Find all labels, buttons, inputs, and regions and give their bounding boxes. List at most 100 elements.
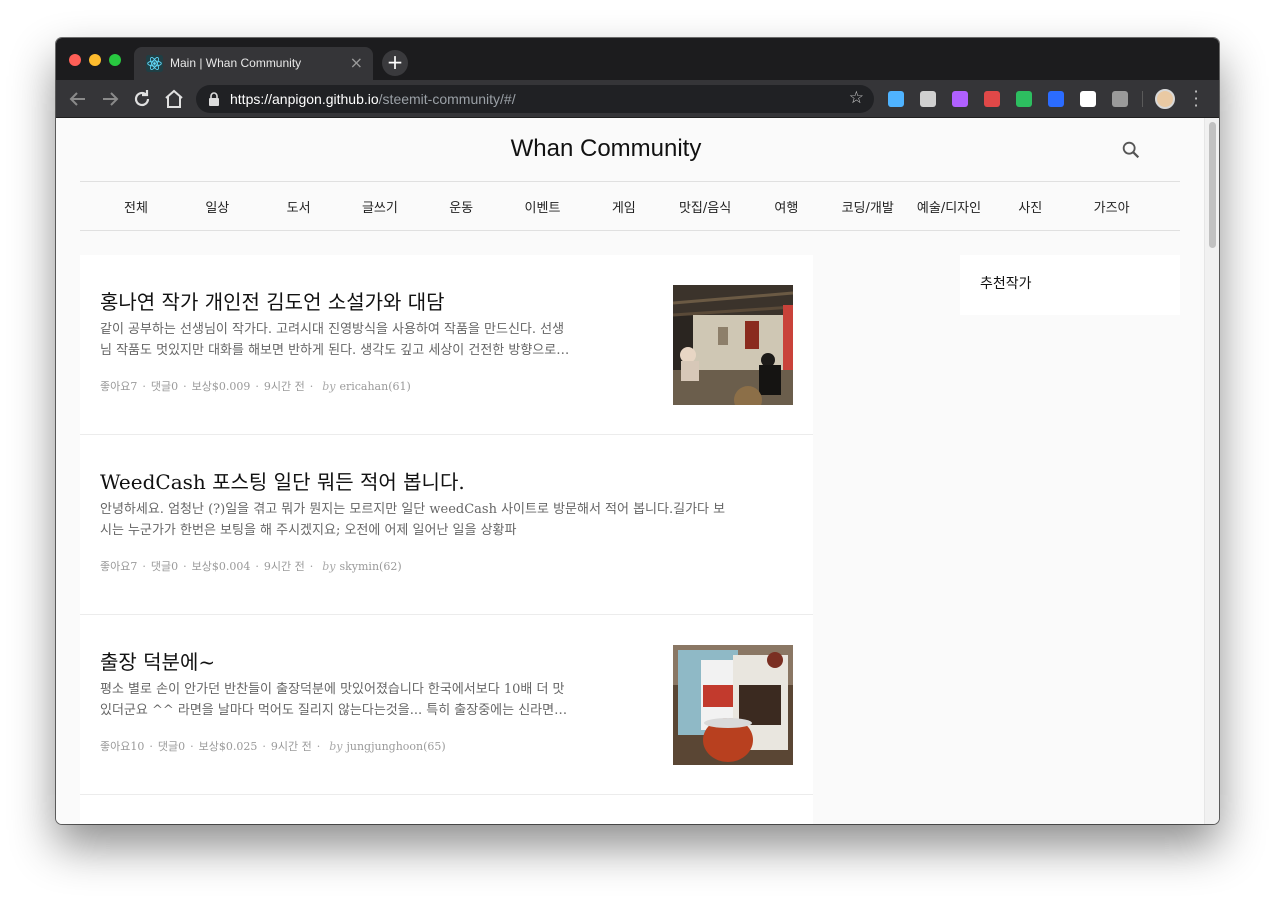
meta-separator: · [262,740,266,753]
recommended-authors-panel: 추천작가 [960,255,1180,315]
meta-separator: · [142,380,146,393]
meta-separator: · [190,740,194,753]
browser-window: Main | Whan Community × + https://anpigo… [56,38,1219,824]
post-excerpt: 평소 별로 손이 안가던 반찬들이 출장덕분에 맛있어졌습니다 한국에서보다 1… [100,679,567,721]
nav-item[interactable]: 맛집/음식 [679,197,731,216]
meta-separator: · [309,380,314,393]
post-likes: 좋아요10 [100,740,145,753]
post-card[interactable] [80,795,813,824]
note-pencil-extension-icon[interactable] [920,91,936,107]
meta-separator: · [142,560,146,573]
post-card[interactable]: WeedCash 포스팅 일단 뭐든 적어 봅니다. 안녕하세요. 엄청난 (?)… [80,435,813,615]
browser-menu-icon[interactable]: · · · [1190,84,1202,114]
checkbox-extension-icon[interactable] [1048,91,1064,107]
post-meta: 좋아요7 · 댓글0 · 보상$0.004 · 9시간 전 · by skymin(62) [100,558,402,574]
post-comments: 댓글0 [150,380,179,393]
category-nav: 전체 일상 도서 글쓰기 운동 이벤트 게임 맛집/음식 여행 코딩/개발 예술/디자인 사진 가즈아 [80,181,1180,231]
list-extension-icon[interactable] [984,91,1000,107]
notion-extension-icon[interactable] [1080,91,1096,107]
post-author[interactable]: skymin(62) [339,560,401,573]
nav-item[interactable]: 이벤트 [525,197,561,216]
meta-separator: · [316,740,321,753]
post-title[interactable]: 홍나연 작가 개인전 김도언 소설가와 대담 [100,286,445,315]
meta-separator: · [255,560,259,573]
evernote-extension-icon[interactable] [1016,91,1032,107]
new-tab-button[interactable]: + [382,50,408,76]
meta-separator: · [183,380,187,393]
post-title[interactable]: 출장 덕분에~ [100,646,215,675]
web-page: Whan Community 전체 일상 도서 글쓰기 운동 이벤트 게임 맛집/음식 여행 코딩… [56,118,1204,824]
post-excerpt: 안녕하세요. 엄청난 (?)일을 겪고 뭐가 뭔지는 모르지만 일단 weedC… [100,499,725,541]
nav-item[interactable]: 운동 [449,197,473,216]
meta-separator: · [255,380,259,393]
post-excerpt-line: 시는 누군가가 한번은 보팅을 해 주시겠지요; 오전에 어제 일어난 일을 상… [100,523,517,538]
nav-item[interactable]: 일상 [205,197,229,216]
post-feed: 홍나연 작가 개인전 김도언 소설가와 대담같이 공부하는 선생님이 작가다. … [80,255,813,824]
bookmark-star-icon[interactable]: ☆ [849,88,864,108]
scrollbar-thumb[interactable] [1209,122,1216,248]
nav-item[interactable]: 글쓰기 [362,197,398,216]
post-comments: 댓글0 [150,560,179,573]
tab-close-icon[interactable]: × [350,53,363,72]
post-card[interactable]: 출장 덕분에~ 평소 별로 손이 안가던 반찬들이 출장덕분에 맛있어졌습니다 한… [80,615,813,795]
back-icon[interactable] [66,87,90,111]
tab-strip: Main | Whan Community × + [56,38,1219,80]
nav-item[interactable]: 가즈아 [1094,197,1130,216]
post-thumbnail[interactable] [673,285,793,405]
url-path: /steemit-community/#/ [378,91,516,107]
meta-separator: · [183,560,187,573]
post-by-label: by [322,380,336,393]
maximize-window-button[interactable] [109,54,121,66]
nav-item[interactable]: 코딩/개발 [842,197,894,216]
nav-item[interactable]: 게임 [612,197,636,216]
browser-tab-main[interactable]: Main | Whan Community × [134,47,373,80]
post-excerpt-line: 평소 별로 손이 안가던 반찬들이 출장덕분에 맛있어졌습니다 한국에서보다 1… [100,682,565,697]
search-icon[interactable] [1120,139,1142,161]
profile-avatar[interactable] [1155,89,1175,109]
post-likes: 좋아요7 [100,560,138,573]
post-thumbnail[interactable] [673,645,793,765]
minimize-window-button[interactable] [89,54,101,66]
forward-icon[interactable] [98,87,122,111]
nav-item[interactable]: 예술/디자인 [917,197,981,216]
post-likes: 좋아요7 [100,380,138,393]
post-reward: 보상$0.009 [191,380,251,393]
post-reward: 보상$0.025 [198,740,258,753]
url-host: https://anpigon.github.io [230,91,379,107]
recommended-authors-title: 추천작가 [980,276,1032,292]
nav-item[interactable]: 여행 [774,197,798,216]
post-title[interactable]: WeedCash 포스팅 일단 뭐든 적어 봅니다. [100,466,465,495]
meta-separator: · [309,560,314,573]
reload-icon[interactable] [130,87,154,111]
post-excerpt-line: 안녕하세요. 엄청난 (?)일을 겪고 뭐가 뭔지는 모르지만 일단 weedC… [100,502,726,517]
post-by-label: by [322,560,336,573]
post-author[interactable]: jungjunghoon(65) [346,740,445,753]
nav-item[interactable]: 전체 [124,197,148,216]
post-time: 9시간 전 [263,560,305,573]
post-comments: 댓글0 [157,740,186,753]
url-text[interactable]: https://anpigon.github.io/steemit-commun… [230,91,516,107]
post-card[interactable]: 홍나연 작가 개인전 김도언 소설가와 대담같이 공부하는 선생님이 작가다. … [80,255,813,435]
post-time: 9시간 전 [263,380,305,393]
post-author[interactable]: ericahan(61) [339,380,410,393]
page-scrollbar[interactable] [1204,118,1219,824]
post-excerpt: 같이 공부하는 선생님이 작가다. 고려시대 진영방식을 사용하여 작품을 만드… [100,319,569,361]
browser-toolbar: https://anpigon.github.io/steemit-commun… [56,80,1219,118]
nav-item[interactable]: 도서 [287,197,311,216]
post-meta: 좋아요7 · 댓글0 · 보상$0.009 · 9시간 전 · by ericahan(61) [100,378,411,394]
post-time: 9시간 전 [270,740,312,753]
home-icon[interactable] [162,87,186,111]
sketch-diamond-extension-icon[interactable] [888,91,904,107]
tab-title: Main | Whan Community [170,56,302,70]
nav-item[interactable]: 사진 [1018,197,1042,216]
post-excerpt-line: 같이 공부하는 선생님이 작가다. 고려시대 진영방식을 사용하여 작품을 만드… [100,322,565,337]
post-reward: 보상$0.004 [191,560,251,573]
meta-separator: · [149,740,153,753]
record-extension-icon[interactable] [1112,91,1128,107]
close-window-button[interactable] [69,54,81,66]
address-bar[interactable]: https://anpigon.github.io/steemit-commun… [196,85,874,113]
feather-extension-icon[interactable] [952,91,968,107]
toolbar-divider [1142,91,1143,107]
post-by-label: by [329,740,343,753]
site-title[interactable]: Whan Community [56,135,1156,163]
